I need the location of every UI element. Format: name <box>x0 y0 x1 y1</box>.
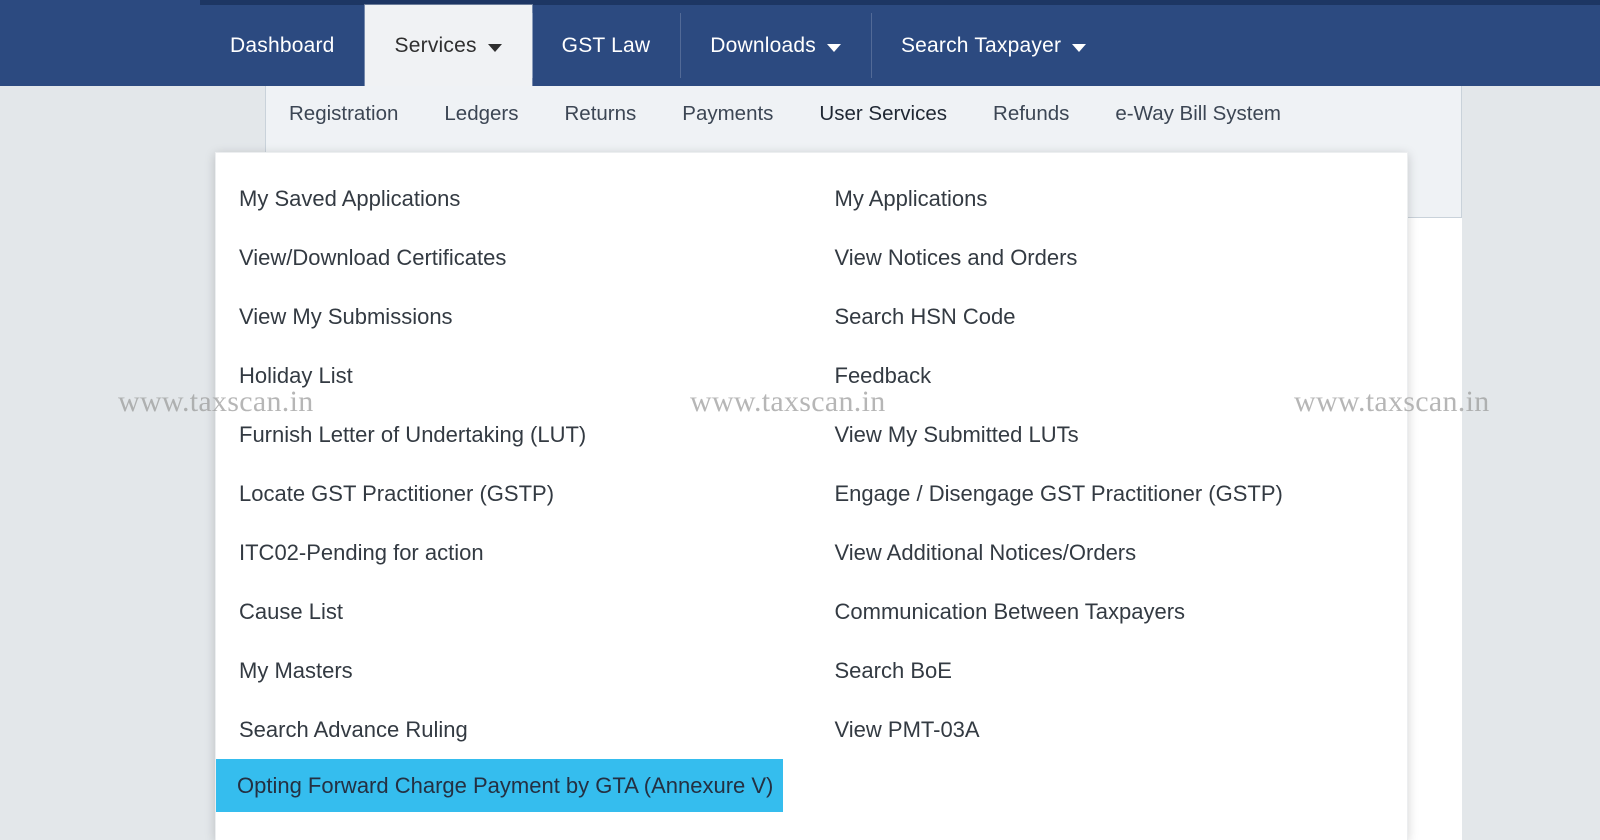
menu-item-label: Opting Forward Charge Payment by GTA (An… <box>237 759 784 812</box>
nav-item-dashboard[interactable]: Dashboard <box>200 5 365 86</box>
nav-item-label: GST Law <box>561 33 651 57</box>
menu-item-label: Engage / Disengage GST Practitioner (GST… <box>834 480 1283 506</box>
chevron-down-icon <box>826 43 841 52</box>
menu-item-locate-gst-practitioner-gstp[interactable]: Locate GST Practitioner (GSTP) <box>216 464 812 523</box>
menu-item-cause-list[interactable]: Cause List <box>216 582 812 641</box>
subnav-item-payments[interactable]: Payments <box>659 102 796 150</box>
menu-item-opting-forward-charge-payment-by-gta-annexure-v[interactable]: Opting Forward Charge Payment by GTA (An… <box>216 759 812 840</box>
menu-item-view-my-submitted-luts[interactable]: View My Submitted LUTs <box>812 405 1408 464</box>
nav-item-search-taxpayer[interactable]: Search Taxpayer <box>870 5 1116 86</box>
dropdown-column-right: My Applications View Notices and Orders Se… <box>812 169 1408 840</box>
menu-item-label: Search HSN Code <box>834 303 1016 329</box>
dropdown-panel-right-fill <box>1408 218 1462 840</box>
primary-navigation-left-fill <box>0 0 200 86</box>
nav-item-label: Dashboard <box>230 33 335 57</box>
menu-item-feedback[interactable]: Feedback <box>812 346 1408 405</box>
dropdown-column-left: My Saved Applications View/Download Certi… <box>216 169 812 840</box>
menu-item-label: ITC02-Pending for action <box>239 539 484 565</box>
chevron-down-icon <box>487 43 502 52</box>
subnav-item-registration[interactable]: Registration <box>266 102 421 150</box>
menu-item-communication-between-taxpayers[interactable]: Communication Between Taxpayers <box>812 582 1408 641</box>
menu-item-label: My Applications <box>834 185 988 211</box>
menu-item-view-my-submissions[interactable]: View My Submissions <box>216 287 812 346</box>
menu-item-label: Furnish Letter of Undertaking (LUT) <box>239 421 587 447</box>
menu-item-label: Feedback <box>834 362 932 388</box>
menu-item-view-download-certificates[interactable]: View/Download Certificates <box>216 228 812 287</box>
menu-item-label: My Saved Applications <box>239 185 461 211</box>
primary-navigation-bar: Dashboard Services GST Law Downloads Search … <box>0 0 1600 86</box>
menu-item-label: Holiday List <box>239 362 353 388</box>
menu-item-label: View/Download Certificates <box>239 244 507 270</box>
menu-item-label: Cause List <box>239 598 343 624</box>
subnav-item-label: Ledgers <box>444 102 519 125</box>
menu-item-itc02-pending-for-action[interactable]: ITC02-Pending for action <box>216 523 812 582</box>
nav-item-downloads[interactable]: Downloads <box>680 5 871 86</box>
dropdown-columns: My Saved Applications View/Download Certi… <box>216 153 1407 840</box>
subnav-item-label: Registration <box>289 102 399 125</box>
menu-item-my-applications[interactable]: My Applications <box>812 169 1408 228</box>
subnav-item-ledgers[interactable]: Ledgers <box>421 102 541 150</box>
menu-item-engage-disengage-gst-practitioner-gstp[interactable]: Engage / Disengage GST Practitioner (GST… <box>812 464 1408 523</box>
secondary-navigation-items: Registration Ledgers Returns Payments User S… <box>266 86 1461 156</box>
page-root: Dashboard Services GST Law Downloads Search … <box>0 0 1600 840</box>
menu-item-label: View Additional Notices/Orders <box>834 539 1137 565</box>
nav-item-label: Downloads <box>710 33 816 57</box>
menu-item-search-advance-ruling[interactable]: Search Advance Ruling <box>216 700 812 759</box>
menu-item-view-additional-notices-orders[interactable]: View Additional Notices/Orders <box>812 523 1408 582</box>
menu-item-furnish-letter-of-undertaking-lut[interactable]: Furnish Letter of Undertaking (LUT) <box>216 405 812 464</box>
primary-navigation-items: Dashboard Services GST Law Downloads Search … <box>200 5 1116 86</box>
nav-item-label: Search Taxpayer <box>900 33 1062 57</box>
menu-item-label: Locate GST Practitioner (GSTP) <box>239 480 555 506</box>
page-background-left <box>0 86 215 840</box>
subnav-item-label: User Services <box>819 102 948 125</box>
page-background-right <box>1462 86 1600 840</box>
nav-item-gst-law[interactable]: GST Law <box>531 5 681 86</box>
subnav-item-label: Payments <box>682 102 774 125</box>
menu-item-label: Search BoE <box>834 657 952 683</box>
subnav-item-label: Returns <box>564 102 637 125</box>
subnav-item-e-way-bill-system[interactable]: e-Way Bill System <box>1092 102 1304 150</box>
menu-item-search-boe[interactable]: Search BoE <box>812 641 1408 700</box>
services-dropdown-panel: My Saved Applications View/Download Certi… <box>215 152 1408 840</box>
menu-item-holiday-list[interactable]: Holiday List <box>216 346 812 405</box>
menu-item-label: View Notices and Orders <box>834 244 1078 270</box>
subnav-item-refunds[interactable]: Refunds <box>970 102 1092 150</box>
chevron-down-icon <box>1072 43 1087 52</box>
menu-item-view-notices-and-orders[interactable]: View Notices and Orders <box>812 228 1408 287</box>
menu-item-label: My Masters <box>239 657 353 683</box>
menu-item-label: View My Submissions <box>239 303 453 329</box>
subnav-item-user-services[interactable]: User Services <box>796 102 970 156</box>
menu-item-my-masters[interactable]: My Masters <box>216 641 812 700</box>
menu-item-label: Search Advance Ruling <box>239 716 468 742</box>
nav-item-label: Services <box>394 33 477 57</box>
menu-item-view-pmt-03a[interactable]: View PMT-03A <box>812 700 1408 759</box>
menu-item-my-saved-applications[interactable]: My Saved Applications <box>216 169 812 228</box>
nav-item-services[interactable]: Services <box>364 5 532 86</box>
subnav-item-label: Refunds <box>993 102 1070 125</box>
menu-item-label: View PMT-03A <box>834 716 980 742</box>
menu-item-label: View My Submitted LUTs <box>834 421 1079 447</box>
menu-item-label: Communication Between Taxpayers <box>834 598 1186 624</box>
menu-item-search-hsn-code[interactable]: Search HSN Code <box>812 287 1408 346</box>
subnav-item-label: e-Way Bill System <box>1115 102 1281 125</box>
subnav-item-returns[interactable]: Returns <box>541 102 659 150</box>
